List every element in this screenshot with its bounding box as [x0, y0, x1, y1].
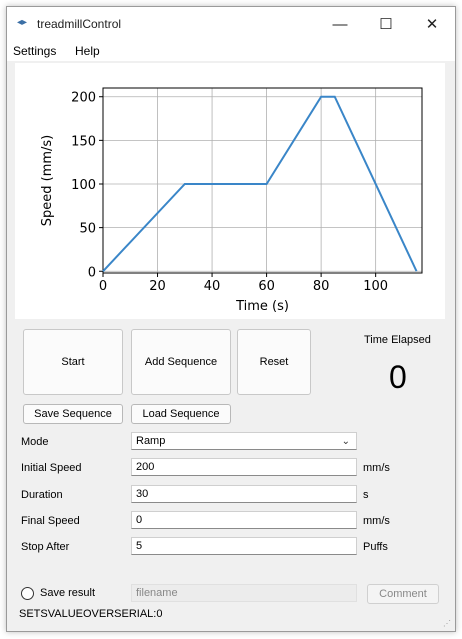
mode-value: Ramp: [136, 435, 166, 447]
x-tick-label: 40: [204, 279, 221, 294]
save-result-label[interactable]: Save result: [40, 587, 95, 599]
status-text: SETSVALUEOVERSERIAL:0: [19, 608, 163, 620]
mode-select[interactable]: Ramp ⌄: [131, 432, 357, 450]
mode-label: Mode: [21, 436, 49, 448]
menu-settings[interactable]: Settings: [13, 44, 56, 58]
stop-after-label: Stop After: [21, 541, 70, 553]
start-button[interactable]: Start: [23, 329, 123, 395]
x-tick-label: 20: [149, 279, 166, 294]
filename-input[interactable]: filename: [131, 584, 357, 602]
y-tick-label: 200: [71, 91, 96, 106]
x-tick-label: 80: [313, 279, 330, 294]
x-tick-label: 60: [258, 279, 275, 294]
minimize-button[interactable]: —: [317, 7, 363, 41]
initial-speed-unit: mm/s: [363, 462, 390, 474]
close-button[interactable]: ✕: [409, 7, 455, 41]
initial-speed-input[interactable]: 200: [131, 458, 357, 476]
y-axis-label: Speed (mm/s): [40, 135, 55, 227]
save-result-radio[interactable]: [21, 587, 34, 600]
title-bar: ◂▸ treadmillControl — ☐ ✕: [7, 7, 455, 41]
menu-help[interactable]: Help: [75, 44, 100, 58]
final-speed-input[interactable]: 0: [131, 511, 357, 529]
final-speed-label: Final Speed: [21, 515, 80, 527]
comment-button[interactable]: Comment: [367, 584, 439, 604]
minimize-icon: —: [332, 15, 348, 33]
duration-label: Duration: [21, 489, 63, 501]
reset-button[interactable]: Reset: [237, 329, 311, 395]
chevron-down-icon: ⌄: [341, 436, 350, 447]
time-elapsed-label: Time Elapsed: [364, 334, 431, 346]
duration-input[interactable]: 30: [131, 485, 357, 503]
add-sequence-button[interactable]: Add Sequence: [131, 329, 231, 395]
x-tick-label: 0: [99, 279, 107, 294]
stop-after-unit: Puffs: [363, 541, 388, 553]
y-tick-label: 50: [79, 222, 96, 237]
close-icon: ✕: [425, 16, 439, 33]
app-logo-icon: ◂▸: [17, 17, 28, 28]
maximize-icon: ☐: [379, 16, 393, 33]
menu-bar: Settings Help: [7, 41, 455, 61]
app-window: ◂▸ treadmillControl — ☐ ✕ Settings Help …: [6, 6, 456, 632]
stop-after-input[interactable]: 5: [131, 537, 357, 555]
speed-chart: 0 20 40 60 80 100 0 50 100 150 200 Time (s) Speed (m…: [40, 87, 423, 314]
duration-unit: s: [363, 489, 369, 501]
initial-speed-label: Initial Speed: [21, 462, 82, 474]
maximize-button[interactable]: ☐: [363, 7, 409, 41]
load-sequence-button[interactable]: Load Sequence: [131, 404, 231, 424]
final-speed-unit: mm/s: [363, 515, 390, 527]
x-tick-label: 100: [363, 279, 388, 294]
resize-grip-icon[interactable]: ⋰: [443, 619, 451, 628]
speed-profile-plot: 0 20 40 60 80 100 0 50 100 150 200 Time (s) Speed (m…: [15, 63, 445, 319]
y-tick-label: 150: [71, 134, 96, 149]
y-tick-label: 0: [88, 265, 96, 280]
window-title: treadmillControl: [37, 17, 122, 31]
y-tick-label: 100: [71, 178, 96, 193]
time-elapsed-value: 0: [389, 359, 407, 395]
x-axis-label: Time (s): [235, 299, 289, 314]
save-sequence-button[interactable]: Save Sequence: [23, 404, 123, 424]
